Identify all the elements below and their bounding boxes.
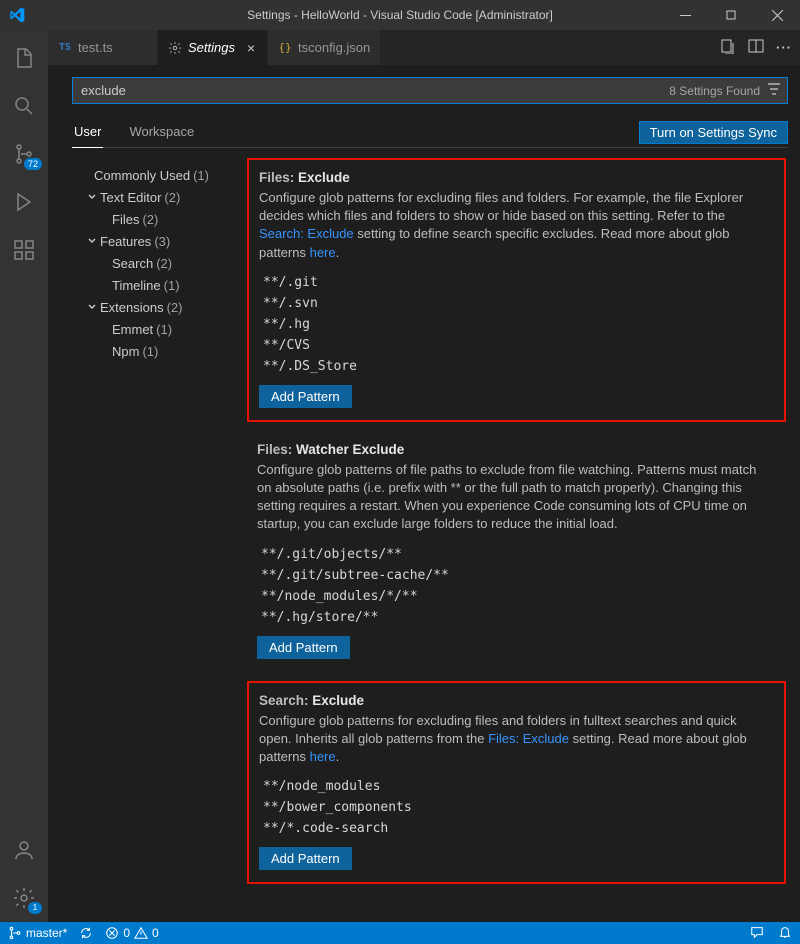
chevron-down-icon [84, 235, 100, 247]
feedback-icon[interactable] [750, 925, 764, 942]
pattern-row[interactable]: **/bower_components [259, 797, 766, 818]
scope-tab-user[interactable]: User [72, 118, 103, 148]
tree-item[interactable]: Commonly Used (1) [72, 164, 247, 186]
pattern-row[interactable]: **/.git/objects/** [257, 544, 768, 565]
link[interactable]: here [310, 749, 336, 764]
source-control-icon[interactable]: 72 [0, 130, 48, 178]
more-actions-icon[interactable]: ··· [776, 40, 792, 55]
open-settings-json-icon[interactable] [720, 38, 736, 57]
tab-label: tsconfig.json [298, 40, 370, 55]
ts-icon: TS [58, 41, 72, 55]
setting-title: Files: Watcher Exclude [257, 442, 768, 457]
close-button[interactable] [754, 0, 800, 30]
pattern-row[interactable]: **/.svn [259, 293, 766, 314]
pattern-row[interactable]: **/.hg [259, 314, 766, 335]
pattern-row[interactable]: **/.git [259, 272, 766, 293]
manage-badge: 1 [28, 902, 42, 914]
setting-item: Search: Exclude Configure glob patterns f… [247, 681, 786, 885]
tab-test-ts[interactable]: TS test.ts [48, 30, 158, 65]
chevron-down-icon [84, 301, 100, 313]
setting-title: Search: Exclude [259, 693, 766, 708]
manage-icon[interactable]: 1 [0, 874, 48, 922]
minimize-button[interactable] [662, 0, 708, 30]
tree-item[interactable]: Emmet (1) [72, 318, 247, 340]
tree-item[interactable]: Features (3) [72, 230, 247, 252]
setting-description: Configure glob patterns of file paths to… [257, 461, 768, 534]
pattern-row[interactable]: **/.DS_Store [259, 356, 766, 377]
search-icon[interactable] [0, 82, 48, 130]
scm-badge: 72 [24, 158, 42, 170]
bell-icon[interactable] [778, 925, 792, 942]
settings-list: Files: ExcludeConfigure glob patterns fo… [247, 158, 788, 922]
link[interactable]: Files: Exclude [488, 731, 569, 746]
add-pattern-button[interactable]: Add Pattern [259, 385, 352, 408]
pattern-row[interactable]: **/.hg/store/** [257, 607, 768, 628]
pattern-row[interactable]: **/.git/subtree-cache/** [257, 565, 768, 586]
pattern-row[interactable]: **/node_modules [259, 776, 766, 797]
setting-title: Files: Exclude [259, 170, 766, 185]
activity-bar: 72 1 [0, 30, 48, 922]
pattern-row[interactable]: **/node_modules/*/** [257, 586, 768, 607]
tree-item[interactable]: Extensions (2) [72, 296, 247, 318]
tree-item[interactable]: Timeline (1) [72, 274, 247, 296]
extensions-icon[interactable] [0, 226, 48, 274]
scope-tab-workspace[interactable]: Workspace [127, 118, 196, 147]
tree-item[interactable]: Files (2) [72, 208, 247, 230]
link[interactable]: here [310, 245, 336, 260]
setting-item: Files: Exclude Configure glob patterns fo… [247, 158, 786, 422]
setting-item: Files: Watcher Exclude Configure glob pat… [247, 432, 786, 671]
problems[interactable]: 0 0 [105, 926, 158, 940]
status-bar: master* 0 0 [0, 922, 800, 944]
tab-label: Settings [188, 40, 235, 55]
sync-icon[interactable] [79, 926, 93, 940]
setting-description: Configure glob patterns for excluding fi… [259, 712, 766, 767]
add-pattern-button[interactable]: Add Pattern [257, 636, 350, 659]
search-results-count: 8 Settings Found [669, 84, 760, 98]
pattern-row[interactable]: **/CVS [259, 335, 766, 356]
close-icon[interactable]: × [247, 40, 255, 56]
vscode-icon [9, 7, 25, 23]
titlebar: Settings - HelloWorld - Visual Studio Co… [0, 0, 800, 30]
settings-tree: Commonly Used (1)Text Editor (2)Files (2… [72, 158, 247, 922]
tree-item[interactable]: Npm (1) [72, 340, 247, 362]
gear-icon [168, 41, 182, 55]
explorer-icon[interactable] [0, 34, 48, 82]
tab-tsconfig[interactable]: {} tsconfig.json [268, 30, 381, 65]
add-pattern-button[interactable]: Add Pattern [259, 847, 352, 870]
git-branch[interactable]: master* [8, 926, 67, 940]
tree-item[interactable]: Search (2) [72, 252, 247, 274]
run-debug-icon[interactable] [0, 178, 48, 226]
split-editor-icon[interactable] [748, 38, 764, 57]
filter-icon[interactable] [766, 81, 782, 100]
link[interactable]: Search: Exclude [259, 226, 354, 241]
pattern-row[interactable]: **/*.code-search [259, 818, 766, 839]
maximize-button[interactable] [708, 0, 754, 30]
tab-settings[interactable]: Settings × [158, 30, 268, 65]
chevron-down-icon [84, 191, 100, 203]
accounts-icon[interactable] [0, 826, 48, 874]
tab-label: test.ts [78, 40, 113, 55]
tree-item[interactable]: Text Editor (2) [72, 186, 247, 208]
json-icon: {} [278, 41, 292, 55]
editor-tabs: TS test.ts Settings × {} tsconfig.json ·… [48, 30, 800, 65]
settings-sync-button[interactable]: Turn on Settings Sync [639, 121, 788, 144]
setting-description: Configure glob patterns for excluding fi… [259, 189, 766, 262]
